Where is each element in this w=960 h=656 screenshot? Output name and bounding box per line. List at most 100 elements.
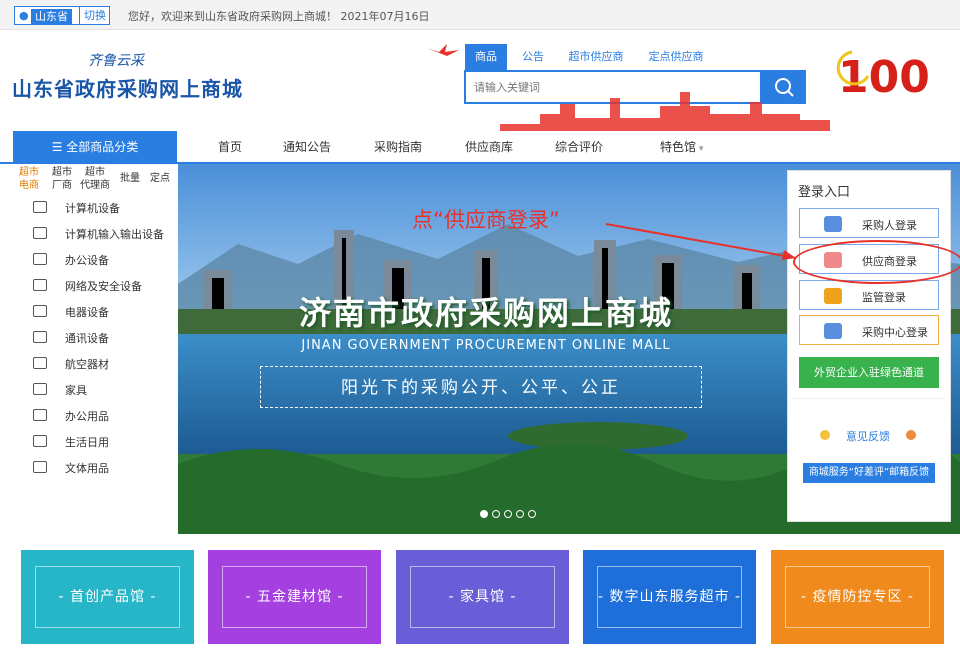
skyline-decoration xyxy=(500,92,830,132)
tile-epidemic-prevention[interactable]: - 疫情防控专区 - xyxy=(771,550,944,644)
site-slogan: 齐鲁云采 xyxy=(88,53,144,69)
tile-label: - 数字山东服务超市 - xyxy=(597,589,741,605)
subtab-supermarket-ecommerce[interactable]: 超市 电商 xyxy=(16,166,42,192)
nav-notices[interactable]: 通知公告 xyxy=(283,131,331,164)
tile-furniture[interactable]: - 家具馆 - xyxy=(396,550,569,644)
annotation-arrow xyxy=(605,223,797,260)
search-tab-goods[interactable]: 商品 xyxy=(465,44,507,70)
category-item[interactable]: 通讯设备 xyxy=(13,325,177,351)
login-title: 登录入口 xyxy=(798,185,851,200)
tile-digital-shandong[interactable]: - 数字山东服务超市 - xyxy=(583,550,756,644)
nav-featured-label: 特色馆 xyxy=(660,140,697,154)
menu-icon: ☰ xyxy=(51,140,67,154)
purchaser-login-button[interactable]: 采购人登录 xyxy=(799,208,939,238)
feedback-link[interactable]: 意见反馈 xyxy=(846,428,890,444)
carousel-dot[interactable] xyxy=(480,510,488,518)
nav-supplier-library[interactable]: 供应商库 xyxy=(465,131,513,164)
carousel-dot[interactable] xyxy=(492,510,500,518)
banner-subtitle: JINAN GOVERNMENT PROCUREMENT ONLINE MALL xyxy=(301,338,671,353)
category-label: 通讯设备 xyxy=(65,332,109,345)
tile-label: - 首创产品馆 - xyxy=(58,589,157,605)
category-label: 航空器材 xyxy=(65,358,109,371)
divider xyxy=(793,398,945,399)
search-tab-supermarket-supplier[interactable]: 超市供应商 xyxy=(561,44,631,70)
category-item[interactable]: 生活日用 xyxy=(13,429,177,455)
category-label: 生活日用 xyxy=(65,436,109,449)
category-item[interactable]: 计算机输入输出设备 xyxy=(13,221,177,247)
subtab-designated[interactable]: 定点 xyxy=(147,172,173,185)
category-item[interactable]: 计算机设备 xyxy=(13,195,177,221)
furniture-icon xyxy=(33,383,47,395)
banner-slogan: 阳光下的采购公开、公平、公正 xyxy=(260,366,702,408)
banner-title: 济南市政府采购网上商城 xyxy=(298,294,673,332)
category-item[interactable]: 航空器材 xyxy=(13,351,177,377)
category-label: 文体用品 xyxy=(65,462,109,475)
category-item[interactable]: 办公设备 xyxy=(13,247,177,273)
tile-label: - 疫情防控专区 - xyxy=(800,589,914,605)
procurement-center-login-button[interactable]: 采购中心登录 xyxy=(799,315,939,345)
category-item[interactable]: 文体用品 xyxy=(13,455,177,481)
category-item[interactable]: 电器设备 xyxy=(13,299,177,325)
printer-icon xyxy=(33,253,47,265)
phone-icon xyxy=(33,331,47,343)
office-supplies-icon xyxy=(33,409,47,421)
category-label: 家具 xyxy=(65,384,87,397)
annotation-text: 点“供应商登录” xyxy=(412,208,560,232)
carousel-dot[interactable] xyxy=(528,510,536,518)
category-label: 办公设备 xyxy=(65,254,109,267)
nav-home[interactable]: 首页 xyxy=(218,131,242,164)
carousel-dot[interactable] xyxy=(516,510,524,518)
feedback-decoration-icon xyxy=(820,430,830,440)
carousel-dots xyxy=(480,510,540,520)
category-label: 电器设备 xyxy=(65,306,109,319)
computer-icon xyxy=(33,201,47,213)
subtab-bulk[interactable]: 批量 xyxy=(117,172,143,185)
appliance-icon xyxy=(33,305,47,317)
svg-text:100: 100 xyxy=(838,52,930,103)
truck-icon xyxy=(824,323,842,339)
feedback-decoration-icon xyxy=(906,430,916,440)
shield-icon xyxy=(824,288,842,304)
nav-guide[interactable]: 采购指南 xyxy=(374,131,422,164)
service-review-mail-button[interactable]: 商城服务“好差评”邮箱反馈 xyxy=(803,463,935,483)
all-categories-button[interactable]: ☰ 全部商品分类 xyxy=(13,131,177,164)
site-title[interactable]: 山东省政府采购网上商城 xyxy=(12,73,243,102)
tile-label: - 家具馆 - xyxy=(448,589,517,605)
category-item[interactable]: 家具 xyxy=(13,377,177,403)
tile-innovative-products[interactable]: - 首创产品馆 - xyxy=(21,550,194,644)
supervision-login-label: 监管登录 xyxy=(862,291,906,304)
supervision-login-button[interactable]: 监管登录 xyxy=(799,280,939,310)
category-item[interactable]: 办公用品 xyxy=(13,403,177,429)
subtab-supermarket-agent[interactable]: 超市 代理商 xyxy=(77,166,113,192)
category-item[interactable]: 网络及安全设备 xyxy=(13,273,177,299)
purchaser-login-label: 采购人登录 xyxy=(862,219,917,232)
chevron-down-icon: ▾ xyxy=(696,144,704,154)
stationery-icon xyxy=(33,461,47,473)
search-tab-notice[interactable]: 公告 xyxy=(515,44,551,70)
nav-evaluation[interactable]: 综合评价 xyxy=(555,131,603,164)
user-icon xyxy=(824,216,842,232)
search-tab-designated-supplier[interactable]: 定点供应商 xyxy=(641,44,711,70)
tile-hardware-building-materials[interactable]: - 五金建材馆 - xyxy=(208,550,381,644)
party-100-anniversary-logo: 100 xyxy=(836,50,930,103)
nav-featured[interactable]: 特色馆 ▾ xyxy=(660,131,703,164)
location-pin-icon: ● xyxy=(19,9,29,22)
tile-label: - 五金建材馆 - xyxy=(245,589,344,605)
network-icon xyxy=(33,279,47,291)
subtab-supermarket-manufacturer[interactable]: 超市 厂商 xyxy=(49,166,75,192)
welcome-text: 您好，欢迎来到山东省政府采购网上商城！ 2021年07月16日 xyxy=(128,10,430,23)
daily-goods-icon xyxy=(33,435,47,447)
category-label: 计算机输入输出设备 xyxy=(65,228,164,241)
category-subtabs: 超市 电商 超市 厂商 超市 代理商 批量 定点 xyxy=(13,164,177,194)
region-selector[interactable]: ● 山东省 切换 xyxy=(14,6,110,25)
carousel-dot[interactable] xyxy=(504,510,512,518)
category-label: 网络及安全设备 xyxy=(65,280,142,293)
province-label: 山东省 xyxy=(31,9,72,24)
io-device-icon xyxy=(33,227,47,239)
switch-region-button[interactable]: 切换 xyxy=(79,7,110,24)
all-categories-label: 全部商品分类 xyxy=(66,140,139,154)
foreign-trade-green-channel-button[interactable]: 外贸企业入驻绿色通道 xyxy=(799,357,939,388)
category-label: 计算机设备 xyxy=(65,202,120,215)
dove-icon xyxy=(427,44,459,56)
highlight-oval xyxy=(793,240,960,284)
